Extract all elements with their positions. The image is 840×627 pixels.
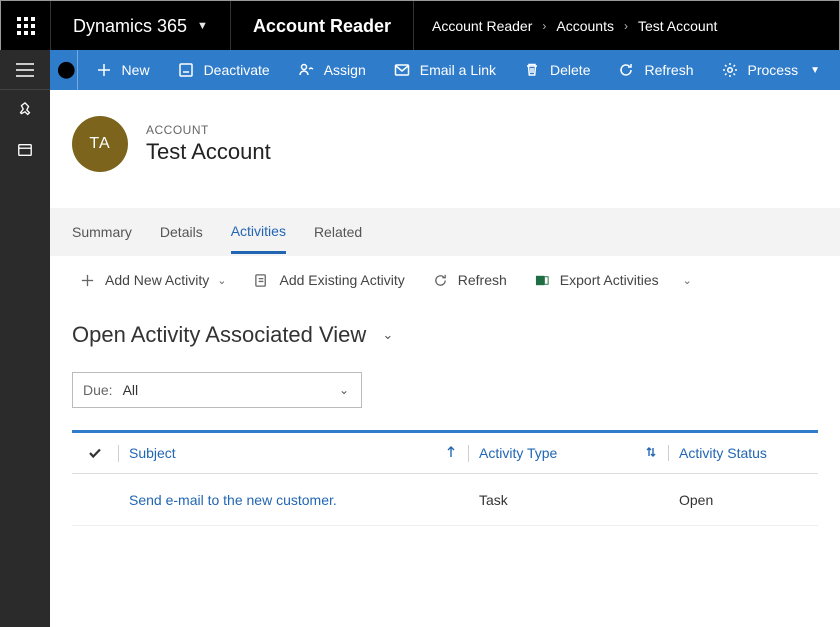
site-map-pinned[interactable] bbox=[0, 90, 50, 130]
app-launcher-waffle[interactable] bbox=[1, 1, 51, 51]
more-commands-button[interactable]: ⌄ bbox=[675, 268, 702, 293]
col-activity-status[interactable]: Activity Status bbox=[668, 445, 818, 461]
refresh-button[interactable]: Refresh bbox=[604, 50, 707, 90]
refresh-icon bbox=[618, 62, 634, 78]
process-button[interactable]: Process ▼ bbox=[708, 50, 834, 90]
waffle-icon bbox=[17, 17, 35, 35]
new-button[interactable]: New bbox=[82, 50, 164, 90]
excel-icon bbox=[535, 273, 550, 288]
cell-activity-status: Open bbox=[668, 492, 818, 508]
plus-icon bbox=[96, 62, 112, 78]
breadcrumb-item[interactable]: Accounts bbox=[556, 18, 614, 34]
form-area: TA ACCOUNT Test Account Summary Details … bbox=[50, 90, 840, 627]
site-map-toggle[interactable] bbox=[0, 50, 50, 90]
tab-activities[interactable]: Activities bbox=[231, 211, 286, 254]
brand-dropdown[interactable]: Dynamics 365 ▼ bbox=[51, 1, 231, 51]
brand-label: Dynamics 365 bbox=[73, 16, 187, 37]
breadcrumb-item[interactable]: Test Account bbox=[638, 18, 717, 34]
site-map-rail bbox=[0, 50, 50, 627]
assign-icon bbox=[298, 62, 314, 78]
cell-activity-type: Task bbox=[468, 492, 668, 508]
chevron-right-icon: › bbox=[624, 19, 628, 33]
view-selector[interactable]: Open Activity Associated View ⌄ bbox=[50, 304, 840, 372]
breadcrumb-item[interactable]: Account Reader bbox=[432, 18, 532, 34]
trash-icon bbox=[524, 62, 540, 78]
view-name-label: Open Activity Associated View bbox=[72, 322, 366, 348]
pin-icon bbox=[16, 102, 34, 118]
export-label: Export Activities bbox=[560, 272, 659, 288]
add-new-label: Add New Activity bbox=[105, 272, 209, 288]
assign-button[interactable]: Assign bbox=[284, 50, 380, 90]
delete-button[interactable]: Delete bbox=[510, 50, 604, 90]
edit-plus-icon bbox=[254, 273, 269, 288]
chevron-right-icon: › bbox=[542, 19, 546, 33]
tab-summary[interactable]: Summary bbox=[72, 212, 132, 252]
select-all-checkbox[interactable] bbox=[72, 445, 118, 461]
breadcrumb: Account Reader › Accounts › Test Account bbox=[414, 1, 735, 51]
new-label: New bbox=[122, 62, 150, 78]
refresh-icon bbox=[433, 273, 448, 288]
app-name-label: Account Reader bbox=[253, 16, 391, 37]
back-button[interactable] bbox=[56, 50, 78, 90]
global-nav-bar: Dynamics 365 ▼ Account Reader Account Re… bbox=[1, 1, 839, 51]
table-row[interactable]: Send e-mail to the new customer. Task Op… bbox=[72, 474, 818, 526]
sort-icon bbox=[644, 445, 658, 459]
subgrid-command-bar: Add New Activity ⌄ Add Existing Activity… bbox=[50, 256, 840, 304]
record-header: TA ACCOUNT Test Account bbox=[50, 90, 840, 208]
deactivate-icon bbox=[178, 62, 194, 78]
record-command-bar: New Deactivate Assign Email a Link Delet… bbox=[50, 50, 840, 90]
sort-asc-icon bbox=[444, 445, 458, 459]
due-filter-value: All bbox=[117, 382, 327, 398]
activities-grid: Subject Activity Type Activity Status Se… bbox=[50, 430, 840, 526]
process-label: Process bbox=[748, 62, 799, 78]
cell-subject[interactable]: Send e-mail to the new customer. bbox=[118, 492, 468, 508]
tab-details[interactable]: Details bbox=[160, 212, 203, 252]
filter-row: Due: All ⌄ bbox=[50, 372, 840, 430]
chevron-down-icon: ⌄ bbox=[683, 274, 692, 287]
add-existing-activity-button[interactable]: Add Existing Activity bbox=[242, 266, 416, 294]
record-name: Test Account bbox=[146, 139, 271, 165]
recent-icon bbox=[16, 142, 34, 158]
email-link-label: Email a Link bbox=[420, 62, 496, 78]
refresh-label: Refresh bbox=[644, 62, 693, 78]
col-activity-type[interactable]: Activity Type bbox=[468, 445, 668, 462]
avatar: TA bbox=[72, 116, 128, 172]
col-activity-type-label: Activity Type bbox=[479, 445, 557, 461]
check-icon bbox=[87, 445, 103, 461]
mail-icon bbox=[394, 62, 410, 78]
chevron-down-icon: ⌄ bbox=[217, 274, 226, 287]
deactivate-button[interactable]: Deactivate bbox=[164, 50, 284, 90]
hamburger-icon bbox=[16, 62, 34, 78]
col-subject[interactable]: Subject bbox=[118, 445, 468, 462]
avatar-initials: TA bbox=[89, 135, 110, 153]
form-tabs: Summary Details Activities Related bbox=[50, 208, 840, 256]
grid-header-row: Subject Activity Type Activity Status bbox=[72, 430, 818, 474]
app-name[interactable]: Account Reader bbox=[231, 1, 414, 51]
clock-back-icon bbox=[56, 60, 77, 81]
plus-icon bbox=[80, 273, 95, 288]
due-filter-dropdown[interactable]: Due: All ⌄ bbox=[72, 372, 362, 408]
entity-type-label: ACCOUNT bbox=[146, 123, 271, 137]
gear-icon bbox=[722, 62, 738, 78]
assign-label: Assign bbox=[324, 62, 366, 78]
deactivate-label: Deactivate bbox=[204, 62, 270, 78]
email-link-button[interactable]: Email a Link bbox=[380, 50, 510, 90]
col-subject-label: Subject bbox=[129, 445, 176, 461]
export-activities-button[interactable]: Export Activities bbox=[523, 266, 671, 294]
site-map-recent[interactable] bbox=[0, 130, 50, 170]
subgrid-refresh-label: Refresh bbox=[458, 272, 507, 288]
chevron-down-icon: ▼ bbox=[197, 20, 208, 32]
add-existing-label: Add Existing Activity bbox=[279, 272, 404, 288]
delete-label: Delete bbox=[550, 62, 590, 78]
tab-related[interactable]: Related bbox=[314, 212, 362, 252]
chevron-down-icon: ⌄ bbox=[382, 327, 393, 343]
subgrid-refresh-button[interactable]: Refresh bbox=[421, 266, 519, 294]
chevron-down-icon: ⌄ bbox=[327, 383, 361, 397]
chevron-down-icon: ▼ bbox=[810, 65, 820, 76]
col-activity-status-label: Activity Status bbox=[679, 445, 767, 461]
add-new-activity-button[interactable]: Add New Activity ⌄ bbox=[68, 266, 238, 294]
due-filter-label: Due: bbox=[73, 382, 117, 398]
